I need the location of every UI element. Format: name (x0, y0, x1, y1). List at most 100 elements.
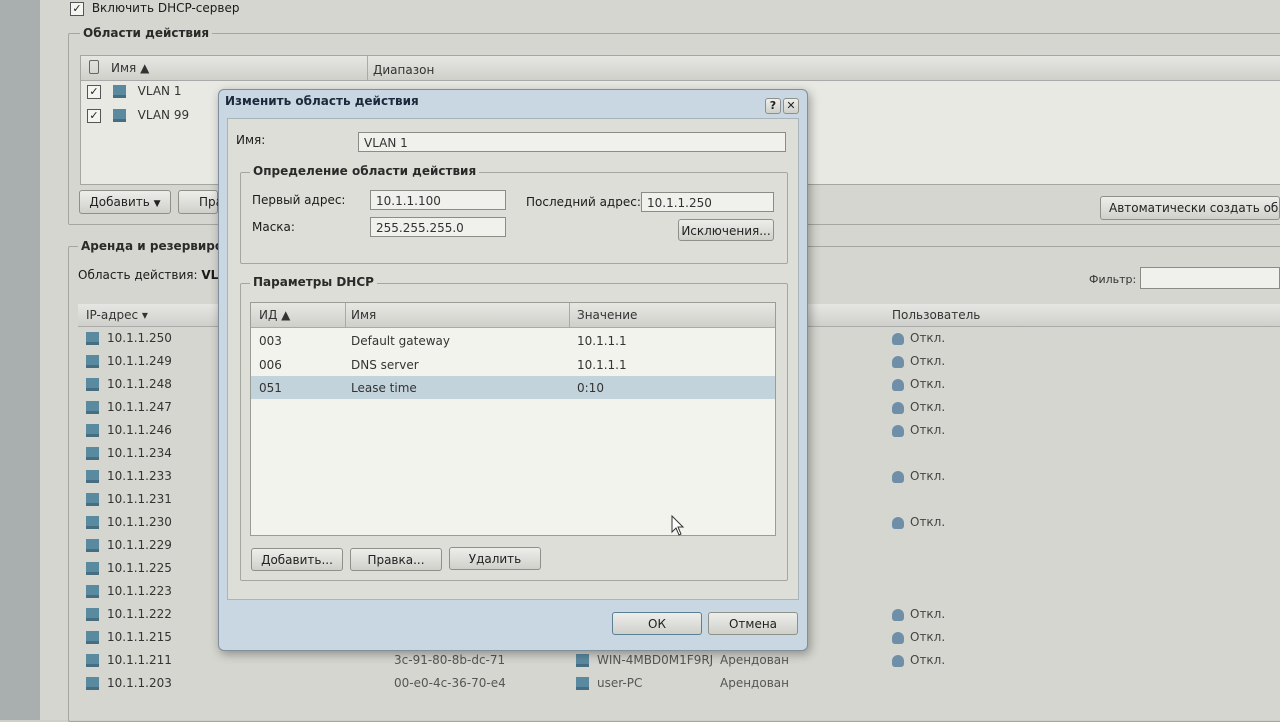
lease-ip: 10.1.1.215 (107, 630, 172, 644)
dhcp-params-legend: Параметры DHCP (250, 275, 377, 289)
params-col-name[interactable]: Имя (351, 308, 376, 322)
user-icon (892, 332, 904, 345)
lease-status: Арендован (720, 676, 789, 690)
param-row[interactable]: 006 DNS server 10.1.1.1 (251, 353, 775, 376)
lease-ip: 10.1.1.223 (107, 584, 172, 598)
lease-user: Откл. (910, 377, 946, 391)
dialog-title: Изменить область действия (225, 94, 419, 108)
auto-create-scopes-button[interactable]: Автоматически создать области (1100, 196, 1280, 220)
leases-col-ip[interactable]: IP-адрес ▾ (86, 308, 148, 322)
computer-icon (576, 654, 589, 667)
lease-ip: 10.1.1.222 (107, 607, 172, 621)
param-value: 10.1.1.1 (577, 334, 627, 348)
last-addr-label: Последний адрес: (526, 195, 641, 209)
param-name: Lease time (351, 381, 417, 395)
scopes-col-range[interactable]: Диапазон (373, 63, 434, 77)
computer-icon (86, 631, 99, 644)
col-divider (569, 303, 570, 327)
param-add-button[interactable]: Добавить... (251, 548, 343, 571)
lease-host: WIN-4MBD0M1F9RJ (597, 653, 714, 667)
param-value: 10.1.1.1 (577, 357, 627, 372)
network-icon (112, 85, 126, 98)
close-button[interactable]: ✕ (783, 98, 799, 114)
name-field[interactable]: VLAN 1 (358, 132, 786, 152)
name-label: Имя: (236, 133, 266, 147)
lease-ip: 10.1.1.211 (107, 653, 172, 667)
cancel-button[interactable]: Отмена (708, 612, 798, 635)
scope-checkbox[interactable]: ✓ (87, 108, 101, 123)
lease-row[interactable]: 10.1.1.211 3c-91-80-8b-dc-71 WIN-4MBD0M1F9… (86, 649, 1276, 672)
scope-selector-label: Область действия: (78, 268, 198, 282)
last-addr-field[interactable]: 10.1.1.250 (641, 192, 774, 212)
network-icon (112, 109, 126, 122)
scope-selector[interactable]: Область действия: VLAI (78, 268, 232, 282)
lease-ip: 10.1.1.247 (107, 400, 172, 414)
help-button[interactable]: ? (765, 98, 781, 114)
scope-row[interactable]: ✓ VLAN 1 (87, 80, 181, 103)
param-name: DNS server (351, 357, 419, 372)
scope-edit-button[interactable]: Пра (178, 190, 223, 214)
user-icon (892, 516, 904, 529)
lease-ip: 10.1.1.230 (107, 515, 172, 529)
mask-label: Маска: (252, 220, 295, 234)
param-id: 006 (259, 357, 282, 372)
filter-input[interactable] (1140, 267, 1280, 289)
col-divider (345, 303, 346, 327)
mask-field[interactable]: 255.255.255.0 (370, 217, 506, 237)
left-panel-strip (0, 0, 40, 720)
param-delete-button[interactable]: Удалить (449, 547, 541, 570)
ok-button[interactable]: ОК (612, 612, 702, 635)
computer-icon (86, 677, 99, 690)
param-row[interactable]: 003 Default gateway 10.1.1.1 (251, 329, 775, 352)
lease-user: Откл. (910, 400, 946, 414)
computer-icon (86, 332, 99, 345)
scope-name: VLAN 99 (137, 108, 190, 122)
first-addr-label: Первый адрес: (252, 193, 346, 207)
param-row[interactable]: 051 Lease time 0:10 (251, 376, 775, 399)
params-col-id[interactable]: ИД ▲ (259, 308, 290, 322)
computer-icon (86, 470, 99, 483)
lease-ip: 10.1.1.248 (107, 377, 172, 391)
user-icon (892, 470, 904, 483)
params-col-value[interactable]: Значение (577, 308, 637, 322)
dhcp-enable-checkbox-row[interactable]: ✓ Включить DHCP-сервер (70, 1, 239, 16)
param-id: 051 (259, 381, 282, 395)
lease-user: Откл. (910, 515, 946, 529)
computer-icon (86, 493, 99, 506)
dhcp-enable-label: Включить DHCP-сервер (91, 1, 240, 15)
lease-ip: 10.1.1.233 (107, 469, 172, 483)
exclusions-button[interactable]: Исключения... (678, 219, 774, 241)
lease-row[interactable]: 10.1.1.203 00-e0-4c-36-70-e4 user-PC Арендо… (86, 672, 1276, 695)
computer-icon (576, 677, 589, 690)
param-edit-button[interactable]: Правка... (350, 548, 442, 571)
user-icon (892, 608, 904, 621)
scope-add-button[interactable]: Добавить ▼ (79, 190, 171, 214)
scope-name: VLAN 1 (137, 84, 182, 98)
first-addr-field[interactable]: 10.1.1.100 (370, 190, 506, 210)
mouse-cursor-icon (671, 515, 685, 536)
scopes-header: Имя ▲ Диапазон (81, 56, 1280, 81)
lease-status: Арендован (720, 653, 789, 667)
dropdown-arrow-icon: ▼ (153, 199, 161, 209)
lease-user: Откл. (910, 653, 946, 667)
dhcp-enable-checkbox[interactable]: ✓ (70, 1, 84, 16)
user-icon (892, 654, 904, 667)
computer-icon (86, 539, 99, 552)
lease-user: Откл. (910, 630, 946, 644)
lease-mac: 3c-91-80-8b-dc-71 (394, 653, 506, 667)
lease-mac: 00-e0-4c-36-70-e4 (394, 676, 506, 690)
computer-icon (86, 562, 99, 575)
lease-ip: 10.1.1.250 (107, 331, 172, 345)
scope-row[interactable]: ✓ VLAN 99 (87, 104, 189, 127)
user-icon (892, 355, 904, 368)
computer-icon (86, 516, 99, 529)
computer-icon (86, 608, 99, 621)
param-id: 003 (259, 334, 282, 348)
leases-col-user[interactable]: Пользователь (892, 308, 980, 322)
lease-ip: 10.1.1.229 (107, 538, 172, 552)
params-header: ИД ▲ Имя Значение (251, 303, 775, 328)
scope-checkbox[interactable]: ✓ (87, 84, 101, 99)
lease-user: Откл. (910, 469, 946, 483)
scopes-col-name[interactable]: Имя ▲ (111, 61, 149, 75)
lease-ip: 10.1.1.231 (107, 492, 172, 506)
